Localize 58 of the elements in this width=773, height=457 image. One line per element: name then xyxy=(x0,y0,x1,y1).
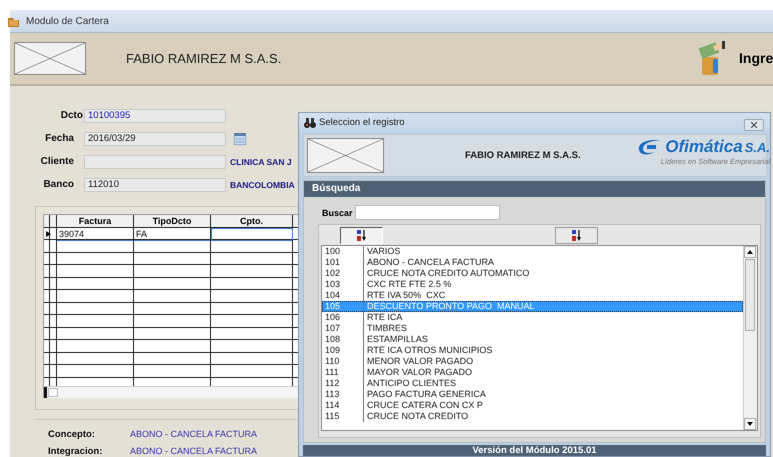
search-label: Buscar xyxy=(322,208,353,218)
table-cell: FA xyxy=(134,228,211,240)
field-label: Banco xyxy=(42,179,75,190)
list-row[interactable]: 114 CRUCE CATERA CON CX P xyxy=(322,400,743,411)
list-row[interactable]: 107 TIMBRES xyxy=(322,323,743,334)
list-row[interactable]: 103 CXC RTE FTE 2.5 % xyxy=(322,279,743,290)
down-arrow-icon[interactable] xyxy=(747,422,753,426)
close-button[interactable] xyxy=(744,119,764,131)
field-label: Dcto xyxy=(60,110,84,121)
money-wallet-icon xyxy=(697,41,725,77)
sort-icon xyxy=(356,230,366,241)
list-row[interactable]: 113 PAGO FACTURA GENERICA xyxy=(322,389,743,400)
sort-button[interactable] xyxy=(555,227,598,244)
field-label: Fecha xyxy=(44,133,75,144)
company-name: FABIO RAMIREZ M S.A.S. xyxy=(126,51,282,66)
input-field[interactable]: 2016/03/29 xyxy=(84,132,226,146)
list-row[interactable]: 108 ESTAMPILLAS xyxy=(322,334,743,345)
list-row[interactable]: 102 CRUCE NOTA CREDITO AUTOMATICO xyxy=(322,268,743,279)
input-field[interactable]: 10100395 xyxy=(84,108,226,122)
input-field[interactable]: 112010 xyxy=(84,178,226,192)
sort-button[interactable] xyxy=(340,227,383,244)
column-header[interactable]: TipoDcto xyxy=(134,215,211,227)
horizontal-scrollbar[interactable] xyxy=(44,386,299,398)
section-header: Búsqueda xyxy=(304,181,765,197)
up-arrow-icon[interactable] xyxy=(747,250,753,254)
grid-cell[interactable] xyxy=(211,228,293,240)
version-footer: Versión del Módulo 2015.01 xyxy=(303,445,766,456)
list-row[interactable]: 101 ABONO - CANCELA FACTURA xyxy=(322,257,743,268)
summary-value: ABONO - CANCELA FACTURA xyxy=(130,446,258,456)
lookup-description: BANCOLOMBIA xyxy=(230,180,295,190)
vertical-scrollbar[interactable] xyxy=(743,246,757,430)
input-field[interactable] xyxy=(84,154,226,168)
column-header[interactable]: Factura xyxy=(57,215,134,227)
module-title: Ingre xyxy=(739,50,773,66)
list-row[interactable]: 115 CRUCE NOTA CREDITO xyxy=(322,411,743,422)
summary-value: ABONO - CANCELA FACTURA xyxy=(130,429,258,439)
window-title: Modulo de Cartera xyxy=(26,16,109,26)
lookup-description: CLINICA SAN J xyxy=(230,156,292,166)
close-icon xyxy=(751,122,757,128)
logo-text: Ofimática xyxy=(665,137,743,157)
table-cell: 39074 xyxy=(57,228,134,240)
list-row[interactable]: 111 MAYOR VALOR PAGADO xyxy=(322,367,743,378)
binoculars-icon xyxy=(304,118,316,128)
company-name: FABIO RAMIREZ M S.A.S. xyxy=(465,150,581,161)
sort-icon xyxy=(572,230,582,241)
summary-label: Integracion: xyxy=(47,446,104,456)
search-field[interactable] xyxy=(354,205,500,220)
calendar-icon xyxy=(234,132,246,144)
logo-suffix: S.A. xyxy=(744,140,770,154)
list-row[interactable]: 110 MENOR VALOR PAGADO xyxy=(322,356,743,367)
list-row[interactable]: 109 RTE ICA OTROS MUNICIPIOS xyxy=(322,345,743,356)
list-row[interactable]: 106 RTE ICA xyxy=(322,312,743,323)
dialog-title: Seleccion el registro xyxy=(319,117,405,128)
field-label: Cliente xyxy=(40,156,75,167)
list-row[interactable]: 100 VARIOS xyxy=(322,246,743,257)
column-header[interactable]: Cpto. xyxy=(211,215,293,227)
list-row[interactable]: 112 ANTICIPO CLIENTES xyxy=(322,378,743,389)
summary-label: Concepto: xyxy=(47,428,96,440)
